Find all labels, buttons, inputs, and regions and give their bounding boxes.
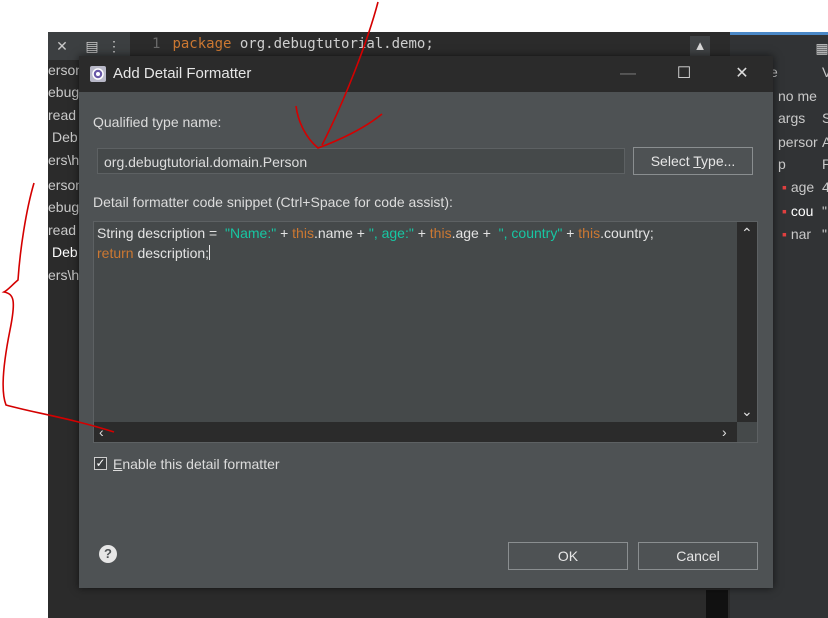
debug-tree-row[interactable]: Deb <box>52 129 78 145</box>
code-snippet-editor[interactable]: String description = "Name:" + this.name… <box>93 221 758 443</box>
private-field-icon: ▪ <box>782 179 787 195</box>
scroll-corner <box>737 422 757 442</box>
horizontal-scrollbar[interactable]: ‹ › <box>94 422 737 442</box>
text-cursor <box>209 245 211 260</box>
variable-name[interactable]: persor <box>778 134 818 150</box>
enable-formatter-checkbox[interactable]: ✓ <box>94 457 107 470</box>
debug-tree-row[interactable]: erson <box>48 62 83 78</box>
scroll-right-icon[interactable]: › <box>722 425 727 439</box>
vertical-scrollbar[interactable]: ⌃ ⌄ <box>737 222 757 422</box>
snippet-label: Detail formatter code snippet (Ctrl+Spac… <box>93 194 453 210</box>
column-header-value[interactable]: V <box>822 64 828 80</box>
filter-icon[interactable]: ▤ <box>84 38 100 54</box>
collapse-icon[interactable]: ✕ <box>54 38 70 54</box>
select-type-button[interactable]: Select Type... <box>633 147 753 175</box>
close-icon[interactable]: ✕ <box>719 56 765 92</box>
field-row[interactable]: ▪ age <box>782 179 814 195</box>
select-type-label-rest: ype... <box>701 153 736 169</box>
variable-value: P <box>822 156 828 172</box>
add-detail-formatter-dialog: Add Detail Formatter — ☐ ✕ Qualified typ… <box>79 56 773 588</box>
enable-formatter-label[interactable]: Enable this detail formatter <box>113 456 280 472</box>
package-keyword: package <box>172 36 232 52</box>
dialog-title: Add Detail Formatter <box>113 65 252 82</box>
line-number: 1 <box>152 36 161 52</box>
debug-tree-row[interactable]: ebug <box>48 199 79 215</box>
scroll-down-icon[interactable]: ⌄ <box>741 404 753 418</box>
code-line-1: String description = "Name:" + this.name… <box>97 225 654 241</box>
debug-tree-row[interactable]: ers\h <box>48 267 79 283</box>
field-row[interactable]: ▪ nar <box>782 226 811 242</box>
more-menu-icon[interactable]: ⋮ <box>106 38 122 54</box>
cancel-button[interactable]: Cancel <box>638 542 758 570</box>
select-type-label: Select <box>650 153 694 169</box>
debug-tree-row[interactable]: erson <box>48 177 83 193</box>
panel-menu-icon[interactable]: ▦ <box>814 40 828 56</box>
ok-button[interactable]: OK <box>508 542 628 570</box>
field-value: " <box>822 203 827 219</box>
select-type-mnemonic: T <box>693 153 702 169</box>
maximize-icon[interactable]: ☐ <box>661 56 707 92</box>
variable-name[interactable]: no me <box>778 88 817 104</box>
qualified-type-label: Qualified type name: <box>93 114 222 130</box>
editor-scroll-up-icon[interactable]: ▲ <box>690 36 710 56</box>
debug-tree-row[interactable]: ers\h <box>48 152 79 168</box>
variable-name[interactable]: args <box>778 110 805 126</box>
debug-tree-row-selected[interactable]: Deb <box>52 244 78 260</box>
debug-tree-row[interactable]: read <box>48 107 76 123</box>
variable-value: S <box>822 110 828 126</box>
package-name: org.debugtutorial.demo; <box>231 36 434 52</box>
debug-tree-row[interactable]: ebug <box>48 84 79 100</box>
field-name: nar <box>790 226 812 242</box>
editor-scrollbar[interactable] <box>706 590 728 618</box>
field-row-selected[interactable]: ▪ cou <box>782 203 813 219</box>
help-icon[interactable]: ? <box>99 545 117 563</box>
editor-line-1: 1 package org.debugtutorial.demo; <box>152 36 434 52</box>
private-field-icon: ▪ <box>782 203 787 219</box>
field-name: cou <box>790 203 814 219</box>
active-tab-indicator <box>730 32 828 35</box>
field-value: 4 <box>822 179 828 195</box>
debug-tree-row[interactable]: read <box>48 222 76 238</box>
variable-name[interactable]: p <box>778 156 786 172</box>
minimize-icon[interactable]: — <box>605 56 651 92</box>
scroll-left-icon[interactable]: ‹ <box>99 425 104 439</box>
qualified-type-field[interactable]: org.debugtutorial.domain.Person <box>97 148 625 174</box>
field-name: age <box>790 179 815 195</box>
private-field-icon: ▪ <box>782 226 787 242</box>
field-value: " <box>822 226 827 242</box>
variable-value: A <box>822 134 828 150</box>
eclipse-gear-icon <box>90 66 106 82</box>
dialog-titlebar[interactable]: Add Detail Formatter — ☐ ✕ <box>79 56 773 92</box>
scroll-up-icon[interactable]: ⌃ <box>741 226 753 240</box>
code-line-2: return description; <box>97 245 211 261</box>
